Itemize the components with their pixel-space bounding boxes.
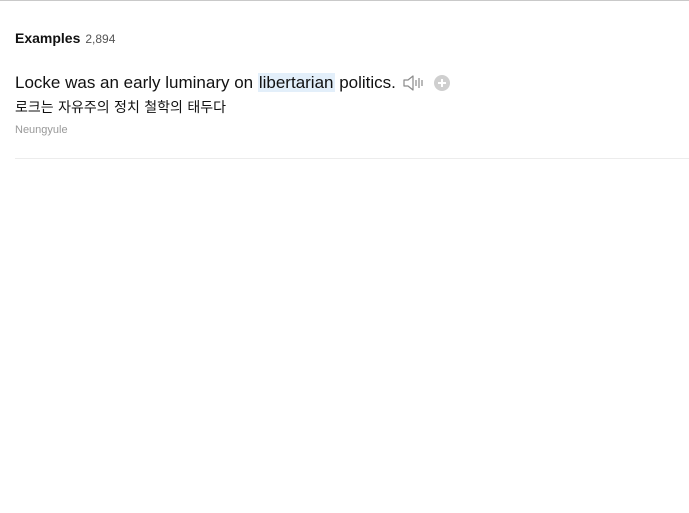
example-entry: Locke was an early luminary on libertari…: [15, 70, 689, 138]
examples-title: Examples: [15, 30, 81, 46]
sentence-text-before: Locke was an early luminary on: [15, 73, 258, 92]
example-sentence-row: Locke was an early luminary on libertari…: [15, 70, 689, 96]
add-icon[interactable]: [433, 75, 450, 91]
speaker-icon-svg: [403, 75, 423, 91]
top-divider: [0, 0, 689, 1]
examples-header: Examples 2,894: [15, 30, 689, 48]
examples-count: 2,894: [85, 32, 116, 46]
example-source: Neungyule: [15, 124, 68, 136]
sentence-text-after: politics.: [334, 73, 396, 92]
example-sentence-en: Locke was an early luminary on libertari…: [15, 73, 396, 93]
examples-section: Examples 2,894 Locke was an early lumina…: [15, 30, 689, 136]
highlighted-keyword: libertarian: [257, 73, 335, 92]
speaker-icon[interactable]: [402, 73, 426, 93]
entry-divider: [15, 158, 689, 159]
example-sentence-ko: 로크는 자유주의 정치 철학의 태두다: [15, 100, 226, 116]
